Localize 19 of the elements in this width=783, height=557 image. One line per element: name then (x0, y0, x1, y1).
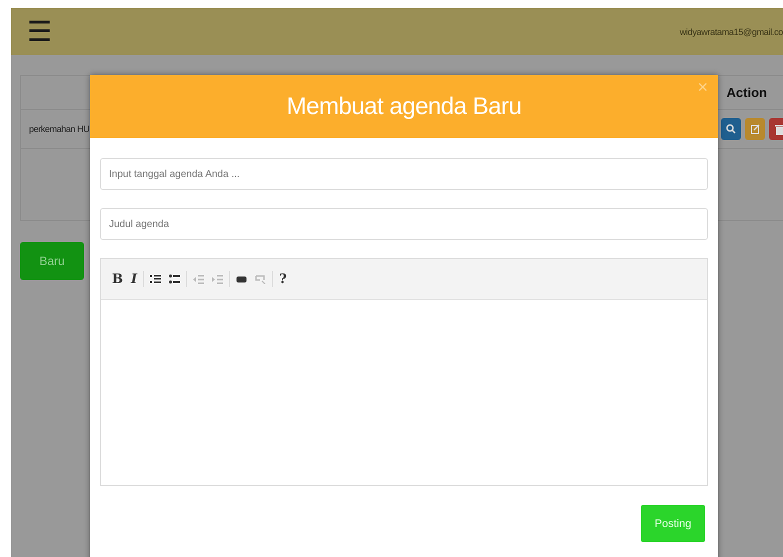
user-email: widyawratama15@gmail.co (680, 26, 783, 36)
outdent-icon (193, 274, 204, 284)
trash-icon (774, 124, 783, 134)
column-header: Action (726, 85, 767, 100)
date-field[interactable]: Input tanggal agenda Anda ... (100, 158, 708, 190)
edit-icon (750, 124, 760, 134)
modal-title: Membuat agenda Baru (286, 92, 522, 120)
numbered-list-icon (150, 274, 162, 284)
title-field[interactable]: Judul agenda (100, 208, 708, 240)
search-icon (726, 124, 736, 134)
bullet-list-icon (169, 274, 180, 284)
delete-button[interactable] (769, 118, 783, 140)
menu-icon[interactable]: ☰ (27, 18, 52, 46)
view-button[interactable] (721, 118, 741, 140)
italic-button[interactable]: I (129, 270, 140, 288)
bold-button[interactable]: B (110, 270, 125, 288)
help-button[interactable]: ? (277, 270, 289, 288)
indent-icon (212, 274, 224, 284)
table-cell: perkemahan HU (29, 124, 90, 134)
